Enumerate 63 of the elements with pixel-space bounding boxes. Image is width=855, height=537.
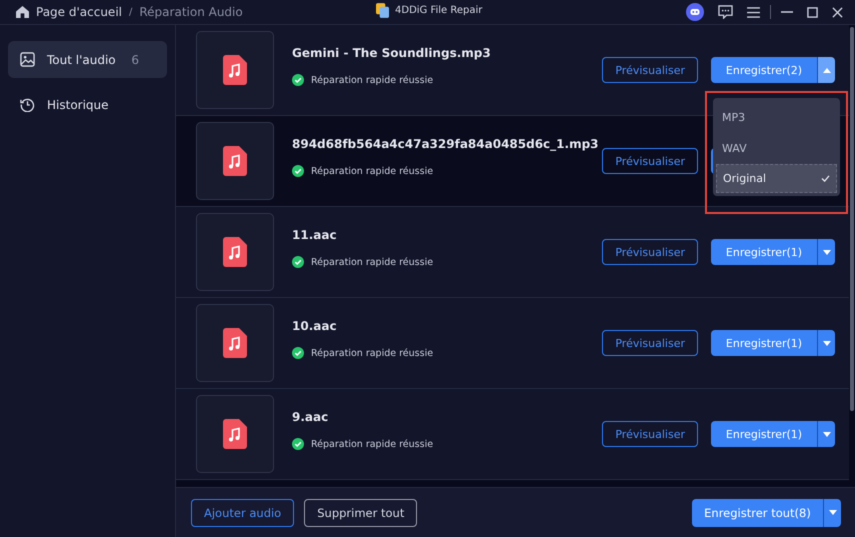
save-button[interactable]: Enregistrer(1) xyxy=(711,330,817,356)
menu-option[interactable]: Original xyxy=(716,164,837,193)
breadcrumb-link[interactable]: Page d'accueil xyxy=(36,5,122,19)
dropdown-toggle[interactable] xyxy=(817,330,835,356)
breadcrumb-current: Réparation Audio xyxy=(139,5,243,19)
status-text: Réparation rapide réussie xyxy=(311,256,434,268)
discord-icon[interactable] xyxy=(686,3,704,21)
save-button[interactable]: Enregistrer(1) xyxy=(711,239,817,265)
minimize-icon[interactable] xyxy=(781,11,793,13)
success-check-icon xyxy=(292,165,304,177)
menu-icon[interactable] xyxy=(747,6,760,18)
dropdown-toggle[interactable] xyxy=(817,421,835,447)
preview-button[interactable]: Prévisualiser xyxy=(602,239,698,265)
image-icon xyxy=(20,52,35,67)
file-name: 11.aac xyxy=(292,228,338,242)
music-file-icon xyxy=(223,419,247,449)
history-icon xyxy=(20,97,35,112)
music-file-icon xyxy=(223,328,247,358)
dropdown-toggle[interactable] xyxy=(817,57,835,83)
sidebar-item[interactable]: Tout l'audio 6 xyxy=(8,41,167,78)
preview-button[interactable]: Prévisualiser xyxy=(602,148,698,174)
feedback-icon[interactable] xyxy=(718,5,733,19)
sidebar-item[interactable]: Historique xyxy=(8,86,167,123)
success-check-icon xyxy=(292,438,304,450)
save-all-button[interactable]: Enregistrer tout(8) xyxy=(692,498,823,526)
preview-button[interactable]: Prévisualiser xyxy=(602,421,698,447)
breadcrumb-separator: / xyxy=(129,6,132,18)
preview-button[interactable]: Prévisualiser xyxy=(602,330,698,356)
music-file-icon xyxy=(223,55,247,85)
menu-option[interactable]: WAV xyxy=(716,133,837,164)
status-text: Réparation rapide réussie xyxy=(311,438,434,450)
menu-option[interactable]: MP3 xyxy=(716,102,837,133)
file-name: 894d68fb564a4c47a329fa84a0485d6c_1.mp3 xyxy=(292,137,600,151)
file-name: 10.aac xyxy=(292,319,338,333)
caret-icon xyxy=(822,250,830,254)
check-icon xyxy=(821,175,830,182)
dropdown-toggle[interactable] xyxy=(817,239,835,265)
status-text: Réparation rapide réussie xyxy=(311,348,434,358)
status-text: Réparation rapide réussie xyxy=(311,166,434,176)
scrollbar[interactable] xyxy=(850,27,854,411)
app-logo-icon xyxy=(376,3,389,18)
music-file-icon xyxy=(223,237,247,267)
file-name: 9.aac xyxy=(292,410,330,424)
preview-button[interactable]: Prévisualiser xyxy=(602,57,698,83)
window-title: 4DDiG File Repair xyxy=(395,5,482,16)
save-button[interactable]: Enregistrer(2) xyxy=(711,57,817,83)
success-check-icon xyxy=(292,347,304,359)
close-icon[interactable] xyxy=(832,6,843,18)
caret-icon xyxy=(828,510,836,515)
maximize-icon[interactable] xyxy=(807,6,818,18)
file-name: Gemini - The Soundlings.mp3 xyxy=(292,46,492,60)
status-text: Réparation rapide réussie xyxy=(311,74,434,86)
success-check-icon xyxy=(292,256,304,268)
remove-all-button[interactable]: Supprimer tout xyxy=(304,498,418,526)
dropdown-toggle[interactable] xyxy=(823,498,841,526)
caret-icon xyxy=(822,340,830,346)
home-icon xyxy=(16,6,29,18)
add-audio-button[interactable]: Ajouter audio xyxy=(191,498,294,526)
caret-icon xyxy=(822,432,830,436)
music-file-icon xyxy=(223,146,247,176)
caret-icon xyxy=(822,68,830,72)
save-button[interactable]: Enregistrer(1) xyxy=(711,421,817,447)
success-check-icon xyxy=(292,74,304,86)
